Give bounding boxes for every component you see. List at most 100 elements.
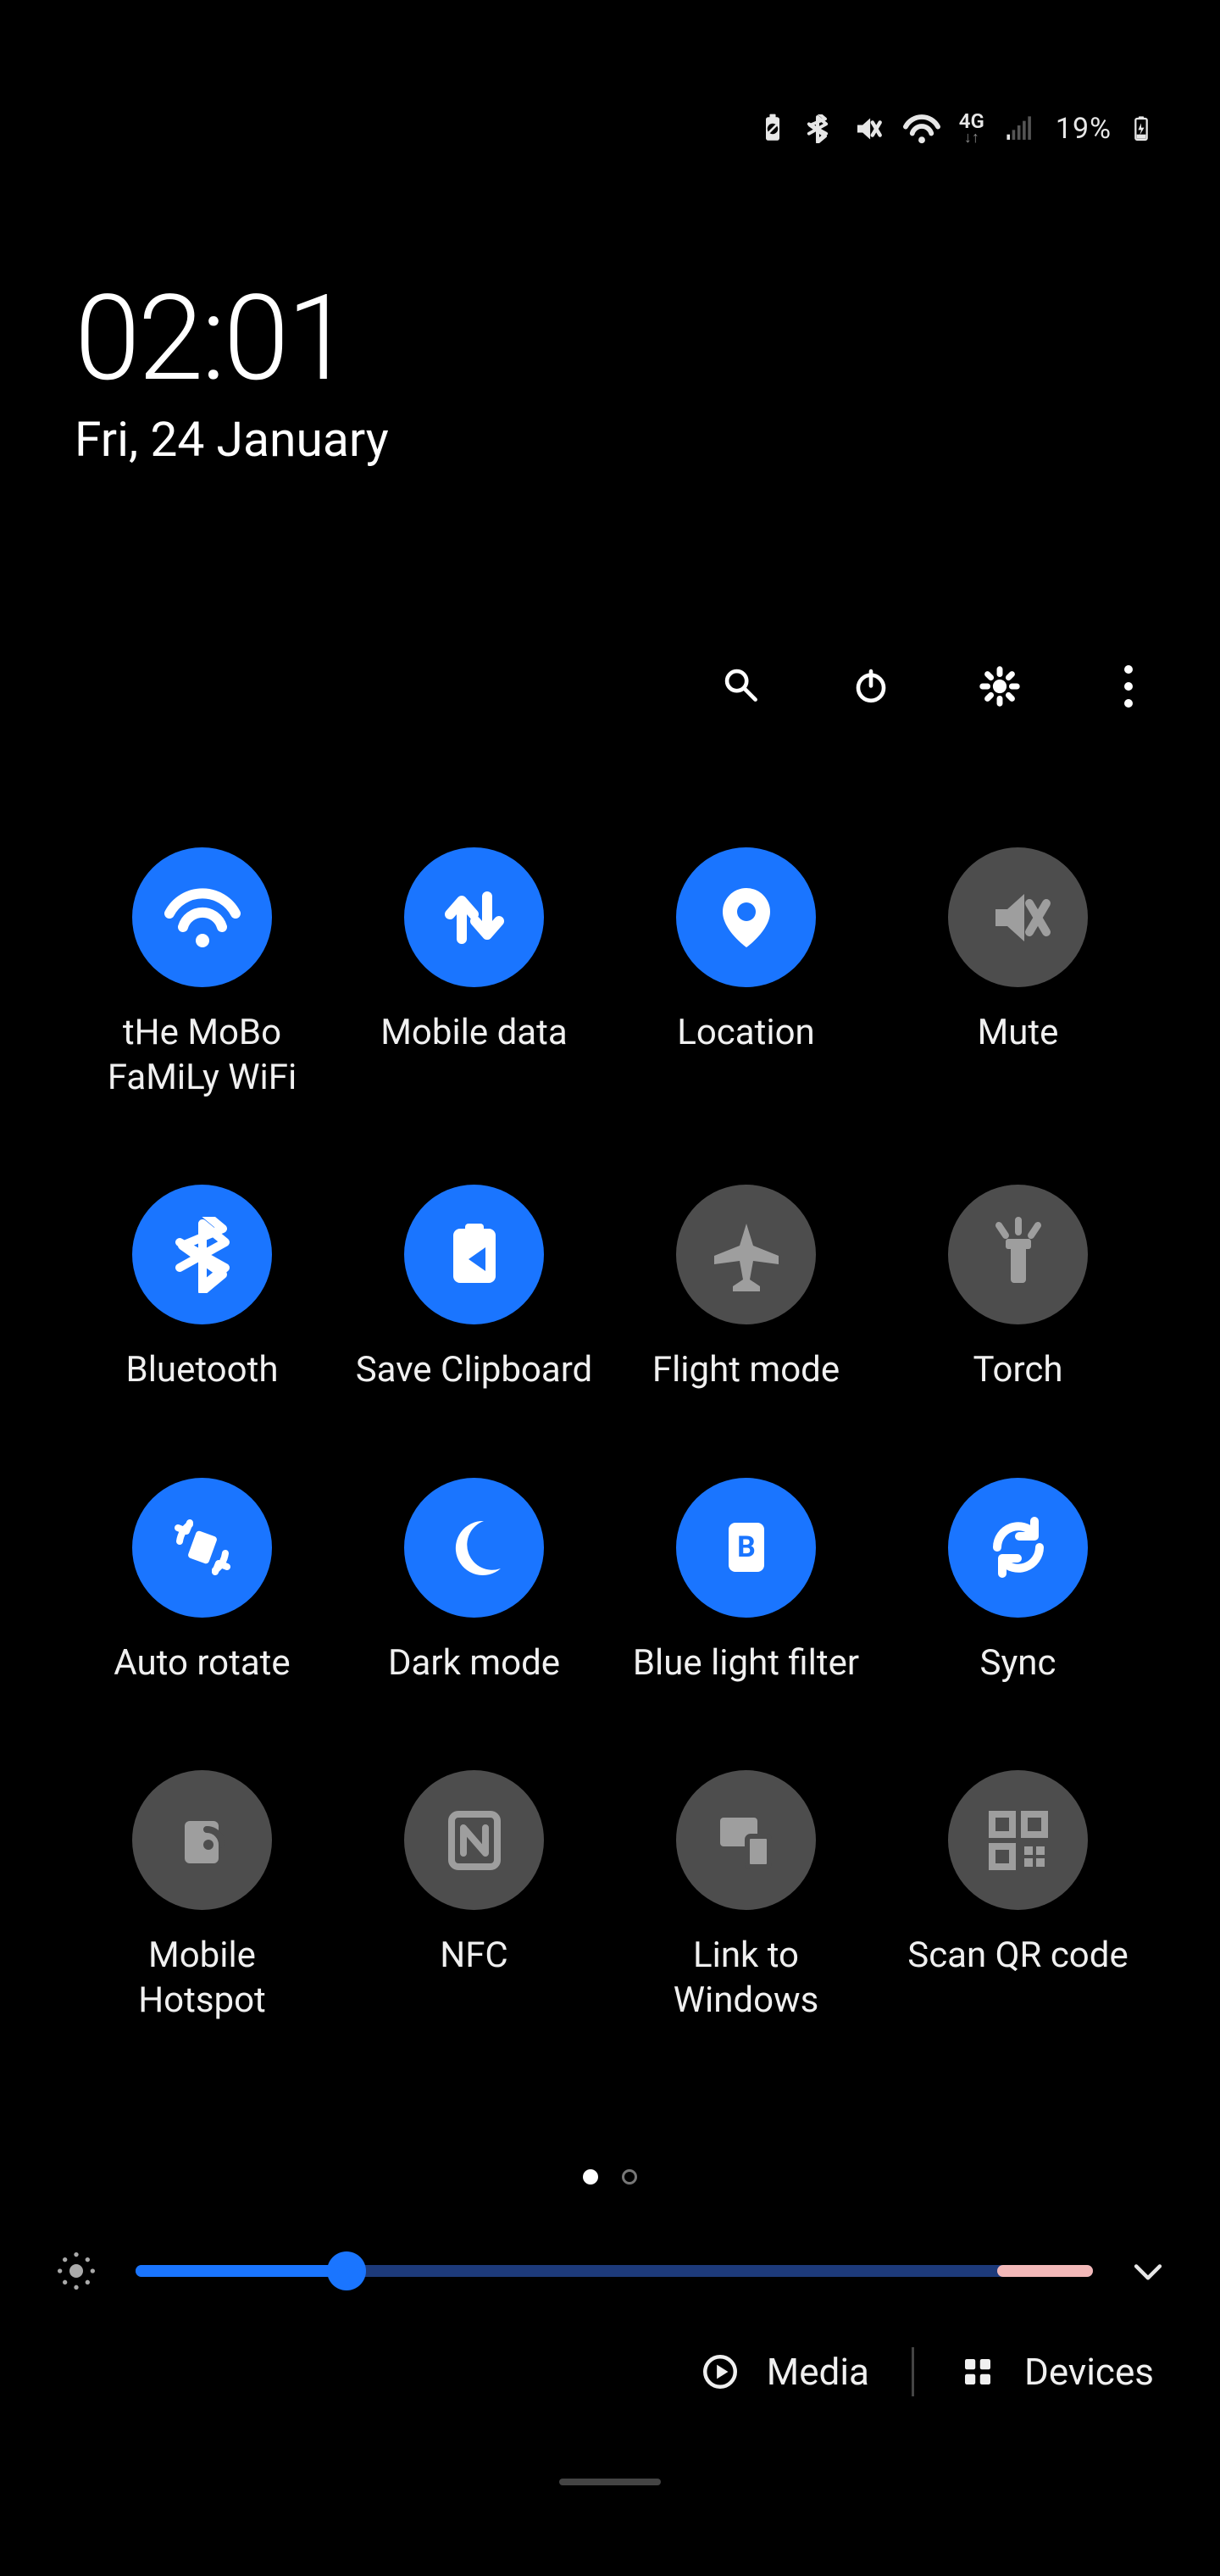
page-dot-2 bbox=[622, 2169, 637, 2185]
bluetooth-status-icon bbox=[803, 114, 832, 143]
qs-toggle-wifi[interactable] bbox=[132, 847, 272, 987]
qs-tile-nfc[interactable]: NFC bbox=[338, 1770, 610, 2023]
updown-icon bbox=[436, 880, 513, 956]
location-icon bbox=[708, 880, 785, 956]
power-icon bbox=[849, 664, 893, 708]
gear-icon bbox=[978, 664, 1022, 708]
qs-label-wifi[interactable]: tHe MoBo FaMiLy WiFi bbox=[84, 1011, 321, 1100]
slider-fill bbox=[136, 2265, 347, 2277]
link-icon bbox=[708, 1802, 785, 1879]
moon-icon bbox=[436, 1509, 513, 1585]
divider bbox=[912, 2347, 914, 2396]
panel-actions-row bbox=[717, 661, 1154, 712]
qs-tile-bluelight[interactable]: Blue light filter bbox=[610, 1478, 882, 1686]
nfc-icon bbox=[436, 1802, 513, 1879]
qs-toggle-rotate[interactable] bbox=[132, 1478, 272, 1618]
qs-tile-bluetooth[interactable]: Bluetooth bbox=[66, 1185, 338, 1393]
kebab-icon bbox=[1124, 665, 1133, 708]
media-button[interactable]: Media bbox=[699, 2350, 869, 2394]
qs-toggle-torch[interactable] bbox=[948, 1185, 1088, 1324]
bluetooth-icon bbox=[164, 1217, 241, 1293]
qs-toggle-bluetooth[interactable] bbox=[132, 1185, 272, 1324]
qs-tile-qr[interactable]: Scan QR code bbox=[882, 1770, 1154, 2023]
qs-label-mobile-data[interactable]: Mobile data bbox=[380, 1011, 567, 1056]
qs-tile-dark[interactable]: Dark mode bbox=[338, 1478, 610, 1686]
status-bar: 4G ↓↑ 19% bbox=[761, 110, 1152, 147]
brightness-slider[interactable] bbox=[136, 2265, 1093, 2277]
clipboard-icon bbox=[436, 1217, 513, 1293]
qs-toggle-hotspot[interactable] bbox=[132, 1770, 272, 1910]
qs-label-flight[interactable]: Flight mode bbox=[652, 1348, 840, 1393]
slider-thumb[interactable] bbox=[327, 2251, 366, 2290]
network-type-indicator: 4G ↓↑ bbox=[959, 113, 984, 145]
qr-icon bbox=[980, 1802, 1056, 1879]
page-indicator[interactable] bbox=[0, 2169, 1220, 2185]
wifi-icon bbox=[164, 880, 241, 956]
qs-label-rotate[interactable]: Auto rotate bbox=[114, 1641, 290, 1686]
qs-tile-torch[interactable]: Torch bbox=[882, 1185, 1154, 1393]
qs-label-bluetooth[interactable]: Bluetooth bbox=[126, 1348, 279, 1393]
qs-toggle-link[interactable] bbox=[676, 1770, 816, 1910]
qs-label-hotspot[interactable]: Mobile Hotspot bbox=[84, 1934, 321, 2023]
qs-toggle-qr[interactable] bbox=[948, 1770, 1088, 1910]
qs-toggle-sync[interactable] bbox=[948, 1478, 1088, 1618]
qs-label-clipboard[interactable]: Save Clipboard bbox=[356, 1348, 593, 1393]
devices-button[interactable]: Devices bbox=[957, 2350, 1154, 2394]
bluelight-icon bbox=[708, 1509, 785, 1585]
qs-toggle-bluelight[interactable] bbox=[676, 1478, 816, 1618]
qs-toggle-mute[interactable] bbox=[948, 847, 1088, 987]
slider-warn-zone bbox=[997, 2265, 1093, 2277]
devices-label: Devices bbox=[1024, 2350, 1154, 2394]
qs-tile-rotate[interactable]: Auto rotate bbox=[66, 1478, 338, 1686]
mute-icon bbox=[980, 880, 1056, 956]
media-label: Media bbox=[767, 2350, 869, 2394]
brightness-expand-button[interactable] bbox=[1127, 2250, 1169, 2292]
bottom-controls-row: Media Devices bbox=[699, 2347, 1154, 2396]
qs-tile-flight[interactable]: Flight mode bbox=[610, 1185, 882, 1393]
brightness-icon bbox=[51, 2246, 102, 2296]
qs-tile-wifi[interactable]: tHe MoBo FaMiLy WiFi bbox=[66, 847, 338, 1100]
search-icon bbox=[720, 664, 764, 708]
quick-settings-grid: tHe MoBo FaMiLy WiFi Mobile data Location M… bbox=[0, 847, 1220, 2023]
settings-button[interactable] bbox=[974, 661, 1025, 712]
qs-toggle-dark[interactable] bbox=[404, 1478, 544, 1618]
gesture-handle[interactable] bbox=[559, 2479, 661, 2485]
devices-icon bbox=[957, 2351, 999, 2393]
page-dot-1 bbox=[583, 2169, 598, 2185]
battery-care-icon bbox=[761, 112, 785, 146]
overflow-menu-button[interactable] bbox=[1103, 661, 1154, 712]
qs-tile-link[interactable]: Link to Windows bbox=[610, 1770, 882, 2023]
qs-label-sync[interactable]: Sync bbox=[980, 1641, 1056, 1686]
hotspot-icon bbox=[164, 1802, 241, 1879]
clock-date: Fri, 24 January bbox=[75, 411, 389, 468]
qs-label-bluelight[interactable]: Blue light filter bbox=[633, 1641, 859, 1686]
qs-label-location[interactable]: Location bbox=[677, 1011, 815, 1056]
qs-toggle-flight[interactable] bbox=[676, 1185, 816, 1324]
clock-block[interactable]: 02:01 Fri, 24 January bbox=[75, 280, 389, 468]
qs-tile-location[interactable]: Location bbox=[610, 847, 882, 1100]
qs-tile-hotspot[interactable]: Mobile Hotspot bbox=[66, 1770, 338, 2023]
network-activity-arrows: ↓↑ bbox=[964, 131, 979, 145]
qs-label-nfc[interactable]: NFC bbox=[440, 1934, 508, 1979]
rotate-icon bbox=[164, 1509, 241, 1585]
qs-tile-sync[interactable]: Sync bbox=[882, 1478, 1154, 1686]
qs-label-qr[interactable]: Scan QR code bbox=[907, 1934, 1128, 1979]
qs-tile-mobile-data[interactable]: Mobile data bbox=[338, 847, 610, 1100]
wifi-status-icon bbox=[903, 110, 940, 147]
qs-tile-clipboard[interactable]: Save Clipboard bbox=[338, 1185, 610, 1393]
qs-label-link[interactable]: Link to Windows bbox=[628, 1934, 865, 2023]
battery-percent: 19% bbox=[1056, 112, 1112, 146]
power-button[interactable] bbox=[846, 661, 896, 712]
qs-toggle-location[interactable] bbox=[676, 847, 816, 987]
plane-icon bbox=[708, 1217, 785, 1293]
qs-toggle-clipboard[interactable] bbox=[404, 1185, 544, 1324]
mute-status-icon bbox=[851, 112, 884, 146]
search-button[interactable] bbox=[717, 661, 768, 712]
battery-charging-icon bbox=[1130, 112, 1152, 146]
qs-toggle-mobile-data[interactable] bbox=[404, 847, 544, 987]
qs-label-dark[interactable]: Dark mode bbox=[388, 1641, 560, 1686]
qs-label-torch[interactable]: Torch bbox=[973, 1348, 1063, 1393]
qs-tile-mute[interactable]: Mute bbox=[882, 847, 1154, 1100]
qs-label-mute[interactable]: Mute bbox=[978, 1011, 1059, 1056]
qs-toggle-nfc[interactable] bbox=[404, 1770, 544, 1910]
